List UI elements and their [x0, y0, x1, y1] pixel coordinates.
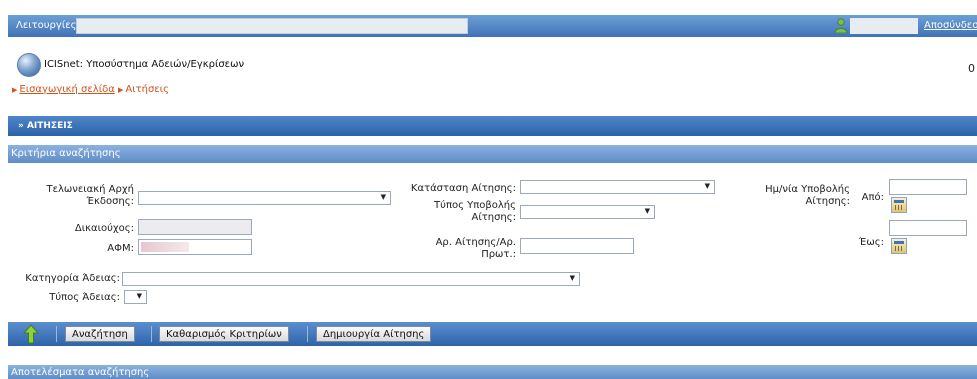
customs-office-label: Τελωνειακή Αρχή Έκδοσης:: [30, 184, 135, 208]
calendar-to-icon[interactable]: [891, 238, 907, 254]
submission-type-label-line2: Αίτησης:: [471, 212, 517, 223]
logout-link[interactable]: Αποσύνδεση: [924, 20, 977, 31]
chevron-down-icon: ▼: [704, 182, 710, 190]
status-label: Κατάσταση Αίτησης:: [410, 183, 516, 194]
date-to-label: Έως:: [858, 237, 884, 248]
breadcrumb-home-link[interactable]: Εισαγωγική σελίδα: [19, 84, 114, 95]
action-toolbar: Αναζήτηση Καθαρισμός Κριτηρίων Δημιουργί…: [8, 322, 977, 346]
license-category-select[interactable]: ▼: [122, 272, 580, 286]
submission-type-select[interactable]: ▼: [520, 205, 655, 219]
afm-input[interactable]: [138, 239, 252, 255]
toolbar-separator: [56, 326, 57, 342]
application-number-label-line1: Αρ. Αίτησης/Αρ.: [435, 237, 516, 248]
user-icon: [834, 18, 848, 33]
chevron-down-icon: ▼: [380, 193, 386, 201]
customs-office-label-line1: Τελωνειακή Αρχή: [46, 184, 135, 195]
back-up-arrow-icon[interactable]: [22, 324, 40, 344]
status-select[interactable]: ▼: [520, 180, 715, 194]
breadcrumb-arrow-icon: ▶: [117, 86, 124, 94]
application-number-label-line2: Πρωτ.:: [481, 249, 516, 260]
submission-type-label: Τύπος Υποβολής Αίτησης:: [410, 200, 516, 224]
submission-date-label: Ημ/νία Υποβολής Αίτησης:: [754, 184, 850, 208]
calendar-from-icon[interactable]: [891, 197, 907, 213]
date-to-input[interactable]: [889, 220, 967, 236]
beneficiary-label: Δικαιούχος:: [74, 223, 134, 234]
breadcrumb-current: Αιτήσεις: [125, 84, 169, 95]
toolbar-separator: [307, 326, 308, 342]
license-category-label: Κατηγορία Άδειας:: [25, 273, 120, 284]
menu-field[interactable]: [76, 18, 468, 34]
clear-criteria-button[interactable]: Καθαρισμός Κριτηρίων: [159, 326, 289, 342]
customs-office-select[interactable]: ▼: [138, 191, 391, 205]
license-type-label: Τύπος Άδειας:: [49, 292, 120, 303]
breadcrumb-arrow-icon: ▶: [12, 86, 18, 94]
submission-date-label-line1: Ημ/νία Υποβολής: [765, 184, 850, 195]
submission-date-label-line2: Αίτησης:: [805, 196, 851, 207]
application-number-label: Αρ. Αίτησης/Αρ. Πρωτ.:: [410, 237, 516, 261]
customs-office-label-line2: Έκδοσης:: [86, 196, 134, 207]
search-results-header[interactable]: Αποτελέσματα αναζήτησης: [8, 365, 977, 379]
afm-label: ΑΦΜ:: [107, 243, 134, 254]
application-number-input[interactable]: [520, 238, 634, 254]
create-application-button[interactable]: Δημιουργία Αίτησης: [316, 326, 432, 342]
app-title: ICISnet: Υποσύστημα Αδειών/Εγκρίσεων: [44, 59, 245, 70]
search-button[interactable]: Αναζήτηση: [65, 326, 135, 342]
afm-value-mask: [141, 242, 189, 252]
date-from-input[interactable]: [889, 179, 967, 195]
icisnet-logo-icon: [17, 53, 41, 77]
search-criteria-header[interactable]: Κριτήρια αναζήτησης: [8, 145, 977, 163]
beneficiary-field: [138, 219, 252, 235]
chevron-down-icon: ▼: [136, 292, 142, 300]
chevron-down-icon: ▼: [644, 207, 650, 215]
date-from-label: Από:: [861, 192, 884, 203]
license-type-select[interactable]: ▼: [124, 290, 147, 304]
username-field: [850, 18, 918, 34]
section-title-bar: » ΑΙΤΗΣΕΙΣ: [8, 116, 977, 136]
breadcrumb: ▶ Εισαγωγική σελίδα ▶ Αιτήσεις: [12, 84, 169, 95]
toolbar-separator: [151, 326, 152, 342]
submission-type-label-line1: Τύπος Υποβολής: [434, 200, 516, 211]
chevron-down-icon: ▼: [569, 274, 575, 282]
header-right-text: 0: [968, 62, 975, 75]
top-menu-bar: Λειτουργίες Αποσύνδεση: [8, 15, 977, 37]
menu-label[interactable]: Λειτουργίες: [16, 20, 76, 31]
